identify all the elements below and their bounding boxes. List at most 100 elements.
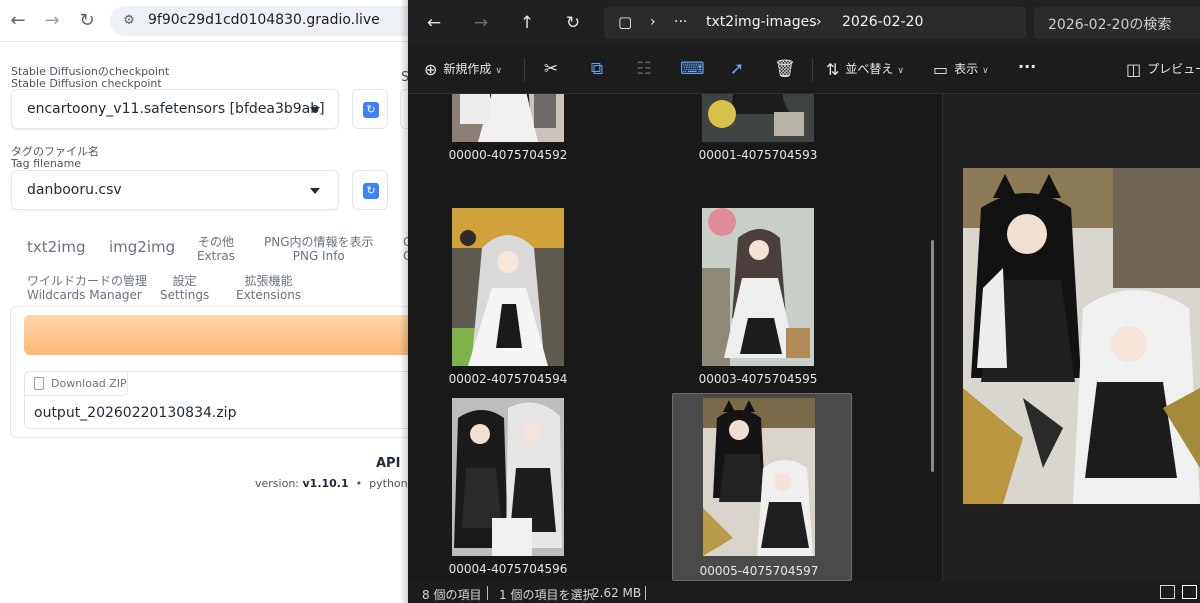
- selected-size: 2.62 MB: [592, 586, 642, 600]
- explorer-nav-bar: ← → ↑ ↻ ▢ › ··· txt2img-images › 2026-02…: [408, 0, 1200, 46]
- view-label: 表示: [954, 62, 979, 76]
- thumbnail-art: [702, 94, 814, 142]
- file-name: 00002-4075704594: [448, 372, 568, 386]
- refresh-icon[interactable]: ↻: [562, 12, 584, 34]
- file-item-selected[interactable]: 00005-4075704597: [672, 393, 852, 581]
- sort-button[interactable]: ⇅ 並べ替え ∨: [826, 60, 904, 79]
- tab-label-ja: ワイルドカードの管理: [27, 274, 148, 288]
- tab-png-info[interactable]: PNG内の情報を表示 PNG Info: [264, 235, 374, 264]
- sort-icon: ⇅: [826, 60, 840, 79]
- chevron-down-icon: [310, 188, 320, 194]
- toolbar-divider: [812, 58, 813, 82]
- thumbnail-art: [452, 208, 564, 366]
- preview-art: [963, 168, 1200, 504]
- tab-extras[interactable]: その他 Extras: [197, 235, 235, 264]
- file-item[interactable]: 00003-4075704595: [668, 196, 848, 386]
- thumbnail-art: [452, 94, 564, 142]
- chevron-down-icon: ∨: [982, 66, 989, 76]
- file-item[interactable]: 00001-4075704593: [668, 94, 848, 162]
- thumbnail-art: [702, 208, 814, 366]
- file-item[interactable]: 00000-4075704592: [418, 94, 598, 162]
- reload-icon[interactable]: ↻: [76, 10, 98, 32]
- explorer-toolbar: ⊕ 新規作成 ∨ ✂ ⧉ ☷ ⌨ ➚ 🗑 ⇅ 並べ替え ∨ ▭ 表示 ∨ ··· ◫ プレビュ…: [408, 46, 1200, 94]
- file-name: 00004-4075704596: [448, 562, 568, 576]
- preview-pane: [943, 94, 1200, 582]
- tab-label-en: Extras: [197, 249, 235, 263]
- file-grid: 00000-4075704592 00001-4075704593 00002-…: [408, 94, 942, 582]
- paste-icon[interactable]: ☷: [634, 59, 654, 79]
- tab-label-ja: PNG内の情報を表示: [264, 235, 374, 249]
- breadcrumb-date-folder[interactable]: 2026-02-20: [842, 14, 923, 30]
- computer-icon[interactable]: ▢: [618, 13, 632, 31]
- tab-label-en: PNG Info: [292, 249, 345, 263]
- cut-icon[interactable]: ✂: [541, 59, 561, 79]
- zip-file-link[interactable]: output_20260220130834.zip: [34, 405, 236, 421]
- back-icon[interactable]: ←: [423, 12, 445, 34]
- toolbar-divider: [524, 58, 525, 82]
- api-link[interactable]: API: [376, 456, 400, 471]
- tab-label-en: Extensions: [236, 288, 302, 302]
- forward-icon[interactable]: →: [470, 12, 492, 34]
- tab-label-en: Settings: [160, 288, 210, 302]
- search-input[interactable]: 2026-02-20の検索: [1034, 7, 1200, 39]
- site-settings-icon[interactable]: ⚙: [120, 12, 138, 30]
- selected-count: 1 個の項目を選択: [499, 588, 595, 602]
- window-shadow: [400, 0, 408, 603]
- tab-settings[interactable]: 設定 Settings: [160, 274, 210, 303]
- file-name: 00003-4075704595: [698, 372, 818, 386]
- status-divider: [487, 586, 488, 600]
- tab-label-en: Wildcards Manager: [27, 288, 142, 302]
- delete-icon[interactable]: 🗑: [774, 59, 796, 79]
- image-thumbnail: [452, 398, 564, 556]
- file-name: 00001-4075704593: [698, 148, 818, 162]
- tab-txt2img[interactable]: txt2img: [27, 238, 85, 256]
- up-icon[interactable]: ↑: [516, 12, 538, 34]
- plus-circle-icon: ⊕: [424, 60, 438, 79]
- browser-window: ← → ↻ ⚙ 9f90c29d1cd0104830.gradio.live S…: [0, 0, 410, 603]
- tiles-view-icon[interactable]: [1182, 585, 1197, 599]
- preview-pane-button[interactable]: ◫ プレビュー: [1126, 60, 1200, 79]
- address-bar[interactable]: ⚙ 9f90c29d1cd0104830.gradio.live: [110, 6, 410, 36]
- tag-refresh-button[interactable]: ↻: [352, 170, 388, 210]
- checkpoint-refresh-button[interactable]: ↻: [352, 89, 388, 129]
- tab-label-ja: その他: [197, 235, 234, 249]
- scrollbar[interactable]: [928, 94, 940, 582]
- checkpoint-dropdown[interactable]: encartoony_v11.safetensors [bfdea3b9ab]: [11, 89, 339, 129]
- tab-extensions[interactable]: 拡張機能 Extensions: [236, 274, 302, 303]
- refresh-icon: ↻: [363, 183, 379, 199]
- scrollbar-thumb[interactable]: [931, 240, 934, 472]
- tag-file-dropdown[interactable]: danbooru.csv: [11, 170, 339, 210]
- version-label: version:: [255, 477, 299, 490]
- image-thumbnail: [703, 398, 815, 556]
- preview-image: [963, 168, 1200, 504]
- file-explorer-window: ← → ↑ ↻ ▢ › ··· txt2img-images › 2026-02…: [408, 0, 1200, 603]
- url-text: 9f90c29d1cd0104830.gradio.live: [148, 12, 380, 28]
- tab-wildcards-manager[interactable]: ワイルドカードの管理 Wildcards Manager: [27, 274, 148, 303]
- address-bar[interactable]: ▢ › ··· txt2img-images › 2026-02-20: [604, 7, 1026, 39]
- file-name: 00000-4075704592: [448, 148, 568, 162]
- file-item[interactable]: 00002-4075704594: [418, 196, 598, 386]
- chevron-down-icon: ∨: [897, 66, 905, 76]
- rename-icon[interactable]: ⌨: [680, 59, 705, 79]
- new-button[interactable]: ⊕ 新規作成 ∨: [424, 60, 502, 79]
- download-zip-label: Download ZIP: [24, 371, 128, 396]
- more-options-icon[interactable]: ···: [1018, 57, 1036, 76]
- preview-pane-icon: ◫: [1126, 60, 1142, 79]
- view-button[interactable]: ▭ 表示 ∨: [933, 60, 989, 79]
- generate-button[interactable]: [24, 315, 410, 355]
- tab-label-ja: 拡張機能: [244, 274, 293, 288]
- forward-icon[interactable]: →: [41, 10, 63, 32]
- copy-icon[interactable]: ⧉: [587, 59, 607, 79]
- browser-toolbar: ← → ↻ ⚙ 9f90c29d1cd0104830.gradio.live: [0, 0, 410, 42]
- file-item[interactable]: 00004-4075704596: [418, 386, 598, 576]
- breadcrumb-ellipsis[interactable]: ···: [674, 14, 687, 30]
- back-icon[interactable]: ←: [7, 10, 29, 32]
- share-icon[interactable]: ➚: [727, 59, 747, 79]
- breadcrumb-txt2img-images[interactable]: txt2img-images: [706, 14, 817, 30]
- tab-label-ja: 設定: [172, 274, 197, 288]
- tab-img2img[interactable]: img2img: [109, 238, 175, 256]
- view-icon: ▭: [933, 60, 949, 79]
- chevron-down-icon: [310, 107, 320, 113]
- details-view-icon[interactable]: [1160, 585, 1175, 599]
- image-thumbnail: [702, 208, 814, 366]
